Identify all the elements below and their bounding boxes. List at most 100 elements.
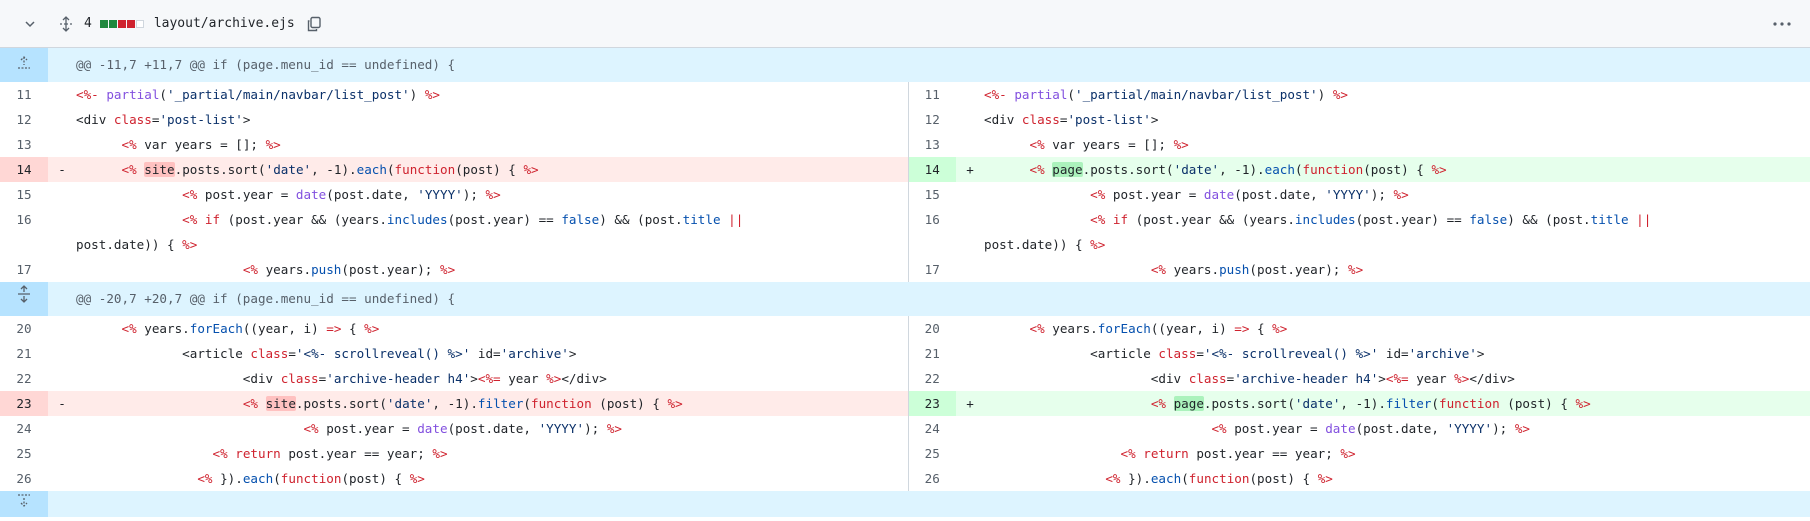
code-token: each bbox=[242, 471, 274, 486]
code-token: class bbox=[1021, 112, 1060, 127]
line-number-right[interactable]: 14 bbox=[907, 157, 956, 182]
code-token: || bbox=[1636, 212, 1652, 227]
line-number-right[interactable]: 15 bbox=[907, 182, 956, 207]
line-number-left[interactable]: 22 bbox=[0, 366, 48, 391]
deleted-word: site bbox=[144, 162, 175, 177]
code-right: <% years.push(post.year); %> bbox=[956, 257, 1810, 282]
code-token: post.year = bbox=[1226, 421, 1326, 436]
code-token: (post) { bbox=[341, 471, 410, 486]
line-number-left[interactable]: 24 bbox=[0, 416, 48, 441]
code-token: post.year == year; bbox=[1188, 446, 1341, 461]
code-token: date bbox=[1203, 187, 1235, 202]
expand-down-icon[interactable] bbox=[0, 491, 48, 517]
code-token: each bbox=[1264, 162, 1295, 177]
code-right: + <% page.posts.sort('date', -1).filter(… bbox=[956, 391, 1810, 416]
hunk-expand-spacer bbox=[48, 491, 1810, 517]
line-number-left[interactable]: 12 bbox=[0, 107, 48, 132]
copy-icon[interactable] bbox=[305, 15, 323, 33]
code-token: <% bbox=[1105, 471, 1121, 486]
code-right: <% if (post.year && (years.includes(post… bbox=[956, 207, 1810, 257]
line-marker bbox=[48, 107, 76, 132]
file-path[interactable]: layout/archive.ejs bbox=[154, 16, 295, 31]
line-number-left[interactable]: 17 bbox=[0, 257, 48, 282]
diff-row: 16 <% if (post.year && (years.includes(p… bbox=[0, 207, 1810, 257]
line-number-left[interactable]: 11 bbox=[0, 82, 48, 107]
code-left: <div class='post-list'> bbox=[48, 107, 908, 132]
code-token: years. bbox=[1044, 321, 1098, 336]
code-token: ); bbox=[1370, 187, 1394, 202]
code-token: > bbox=[1476, 346, 1485, 361]
line-number-left[interactable]: 15 bbox=[0, 182, 48, 207]
hunk-header-row: @@ -11,7 +11,7 @@ if (page.menu_id == un… bbox=[0, 48, 1810, 82]
code-token: ( bbox=[159, 87, 168, 102]
code-left: <% years.push(post.year); %> bbox=[48, 257, 908, 282]
changes-count: 4 bbox=[84, 16, 92, 31]
code-token: <%- bbox=[984, 87, 1007, 102]
diffstat-block bbox=[99, 19, 108, 28]
line-number-left[interactable]: 14 bbox=[0, 157, 48, 182]
code-token: %> bbox=[1514, 421, 1530, 436]
code-token: (post.year) == bbox=[447, 212, 562, 227]
code-token: (post) { bbox=[1249, 471, 1318, 486]
line-number-right[interactable]: 12 bbox=[907, 107, 956, 132]
code-token: forEach bbox=[1097, 321, 1151, 336]
line-marker bbox=[956, 257, 984, 282]
line-number-left[interactable]: 13 bbox=[0, 132, 48, 157]
code-token: <% bbox=[1090, 187, 1106, 202]
line-number-right[interactable]: 11 bbox=[907, 82, 956, 107]
expand-all-icon[interactable] bbox=[58, 15, 74, 32]
expand-both-icon[interactable] bbox=[0, 282, 48, 316]
line-number-left[interactable]: 25 bbox=[0, 441, 48, 466]
diff-row: 21 <article class='<%- scrollreveal() %>… bbox=[0, 341, 1810, 366]
line-number-right[interactable]: 23 bbox=[907, 391, 956, 416]
line-marker bbox=[956, 366, 984, 391]
code-token: title bbox=[1590, 212, 1629, 227]
line-marker bbox=[956, 132, 984, 157]
code-token: || bbox=[728, 212, 744, 227]
kebab-menu-icon[interactable] bbox=[1770, 16, 1794, 32]
code-token: <%= bbox=[477, 371, 501, 386]
line-number-right[interactable]: 16 bbox=[907, 207, 956, 257]
code-token: ( bbox=[1067, 87, 1076, 102]
line-number-left[interactable]: 16 bbox=[0, 207, 48, 257]
line-number-left[interactable]: 21 bbox=[0, 341, 48, 366]
code-left: <% post.year = date(post.date, 'YYYY'); … bbox=[48, 182, 908, 207]
chevron-down-icon[interactable] bbox=[22, 16, 38, 32]
line-number-right[interactable]: 24 bbox=[907, 416, 956, 441]
diff-row: 11 <%- partial('_partial/main/navbar/lis… bbox=[0, 82, 1810, 107]
expand-up-icon[interactable] bbox=[0, 48, 48, 82]
diff-row: 25 <% return post.year == year; %> 25 <% … bbox=[0, 441, 1810, 466]
line-number-right[interactable]: 25 bbox=[907, 441, 956, 466]
line-number-right[interactable]: 20 bbox=[907, 316, 956, 341]
line-number-right[interactable]: 26 bbox=[907, 466, 956, 491]
code-token: (post) { bbox=[1499, 396, 1576, 411]
code-left: <% var years = []; %> bbox=[48, 132, 908, 157]
code-token: <% bbox=[197, 471, 213, 486]
line-number-right[interactable]: 22 bbox=[907, 366, 956, 391]
code-token: = bbox=[288, 346, 296, 361]
diff-row: 14- <% site.posts.sort('date', -1).each(… bbox=[0, 157, 1810, 182]
code-token: each bbox=[356, 162, 387, 177]
code-token: ( bbox=[523, 396, 532, 411]
code-token: %> bbox=[1454, 371, 1470, 386]
code-right: <div class='archive-header h4'><%= year … bbox=[956, 366, 1810, 391]
line-number-right[interactable]: 21 bbox=[907, 341, 956, 366]
diffstat bbox=[99, 19, 144, 28]
code-token: 'archive' bbox=[1408, 346, 1477, 361]
code-token: years. bbox=[136, 321, 190, 336]
diff-row: 26 <% }).each(function(post) { %> 26 <% }… bbox=[0, 466, 1810, 491]
line-number-left[interactable]: 23 bbox=[0, 391, 48, 416]
code-token: %> bbox=[1347, 262, 1364, 277]
line-number-right[interactable]: 13 bbox=[907, 132, 956, 157]
line-number-left[interactable]: 20 bbox=[0, 316, 48, 341]
line-number-left[interactable]: 26 bbox=[0, 466, 48, 491]
code-token: ) && (post. bbox=[1507, 212, 1591, 227]
code-token: (post.date, bbox=[447, 421, 539, 436]
line-number-right[interactable]: 17 bbox=[907, 257, 956, 282]
code-token: .posts.sort( bbox=[295, 396, 387, 411]
